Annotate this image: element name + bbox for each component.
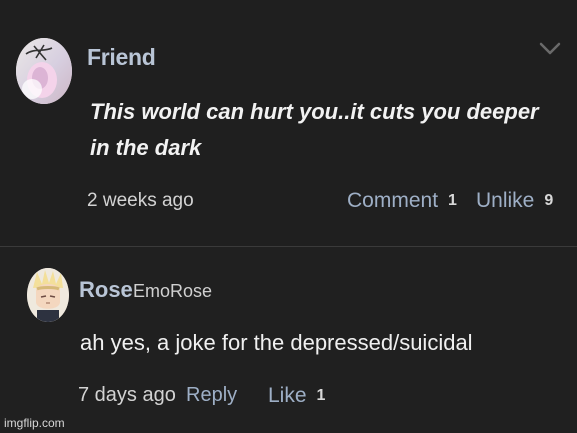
post-body-text: This world can hurt you..it cuts you dee… [90, 99, 539, 160]
chevron-down-icon-svg [539, 42, 561, 55]
reply-body-text: ah yes, a joke for the depressed/suicida… [80, 330, 473, 355]
reply-author-handle[interactable]: EmoRose [133, 281, 212, 302]
unlike-label[interactable]: Unlike [476, 189, 534, 213]
like-button[interactable]: Like 1 [268, 384, 325, 408]
chevron-down-icon[interactable] [538, 38, 562, 58]
rose-avatar-image [27, 268, 69, 322]
comment-label[interactable]: Comment [347, 189, 438, 213]
like-label[interactable]: Like [268, 384, 307, 408]
rose-avatar[interactable] [27, 268, 69, 322]
unlike-button[interactable]: Unlike 9 [476, 189, 553, 213]
like-count: 1 [316, 387, 326, 404]
friend-avatar[interactable] [16, 38, 72, 104]
friend-avatar-image [16, 38, 72, 104]
post-author-name[interactable]: Friend [87, 44, 156, 71]
comment-count: 1 [448, 192, 457, 209]
comment-button[interactable]: Comment 1 [347, 189, 457, 213]
watermark-text: imgflip.com [4, 416, 65, 430]
unlike-count: 9 [544, 192, 554, 209]
post-timestamp: 2 weeks ago [87, 190, 194, 211]
reply-button[interactable]: Reply [186, 384, 237, 407]
reply-author-name[interactable]: Rose [79, 277, 133, 303]
reply-timestamp: 7 days ago [78, 384, 176, 406]
